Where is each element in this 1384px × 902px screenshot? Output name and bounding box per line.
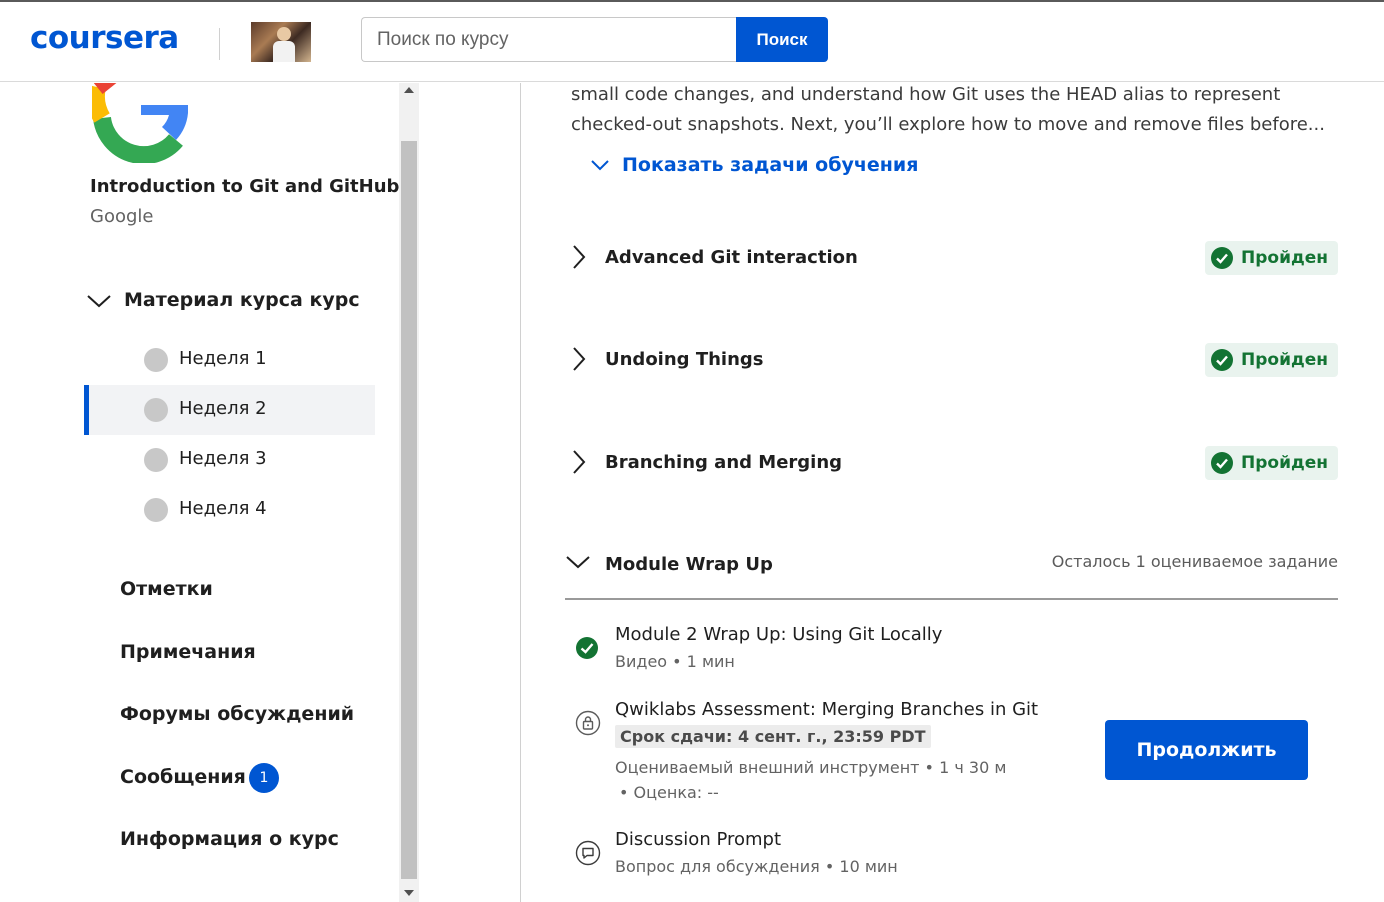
module-title: Undoing Things (605, 349, 764, 370)
check-circle-icon (1211, 452, 1233, 474)
module-row[interactable]: Branching and Merging Пройден (565, 446, 1338, 486)
item-title[interactable]: Module 2 Wrap Up: Using Git Locally (615, 624, 942, 645)
status-label: Пройден (1241, 248, 1328, 268)
sidebar-item-week-2[interactable]: Неделя 2 (84, 385, 375, 435)
content-divider (520, 83, 521, 902)
chevron-right-icon (573, 347, 586, 371)
sidebar-item-messages[interactable]: Сообщения (120, 766, 246, 788)
continue-button[interactable]: Продолжить (1105, 720, 1308, 780)
item-meta: Видео • 1 мин (615, 652, 735, 671)
material-label: Материал курса курс (124, 289, 360, 311)
top-header: coursera Поиск (0, 2, 1384, 82)
remaining-assignments: Осталось 1 оцениваемое задание (1051, 552, 1338, 571)
status-badge: Пройден (1205, 343, 1338, 377)
sidebar-item-course-info[interactable]: Информация о курс (120, 828, 339, 850)
module-title: Branching and Merging (605, 452, 843, 473)
scroll-thumb[interactable] (401, 141, 417, 879)
week-label: Неделя 1 (179, 348, 267, 369)
sidebar-item-week-3[interactable]: Неделя 3 (84, 435, 375, 485)
course-partner: Google (90, 206, 154, 227)
chevron-down-icon (566, 556, 590, 569)
show-objectives-label: Показать задачи обучения (622, 154, 919, 176)
check-circle-icon (1211, 349, 1233, 371)
google-logo-icon (92, 83, 188, 163)
show-objectives-link[interactable]: Показать задачи обучения (590, 154, 918, 176)
chevron-right-icon (573, 245, 586, 269)
progress-circle-icon (144, 448, 168, 472)
progress-circle-icon (144, 348, 168, 372)
chevron-right-icon (573, 450, 586, 474)
module-row[interactable]: Undoing Things Пройден (565, 343, 1338, 383)
item-title[interactable]: Discussion Prompt (615, 829, 781, 850)
discussion-bubble-icon (575, 840, 601, 866)
sidebar-item-grades[interactable]: Отметки (120, 578, 213, 600)
check-circle-icon (1211, 247, 1233, 269)
module-description: small code changes, and understand how G… (571, 84, 1325, 135)
item-title[interactable]: Qwiklabs Assessment: Merging Branches in… (615, 699, 1038, 720)
week-label: Неделя 2 (179, 398, 267, 419)
module-title: Advanced Git interaction (605, 247, 858, 268)
list-item[interactable]: Discussion Prompt Вопрос для обсуждения … (575, 829, 1095, 881)
course-title[interactable]: Introduction to Git and GitHub (90, 176, 399, 197)
progress-circle-icon (144, 498, 168, 522)
module-title: Module Wrap Up (605, 554, 773, 575)
search-input[interactable] (361, 17, 737, 62)
check-circle-icon (576, 637, 598, 659)
module-row-wrap-up[interactable]: Module Wrap Up Осталось 1 оцениваемое за… (565, 548, 1338, 588)
sidebar-item-notes[interactable]: Примечания (120, 641, 256, 663)
sidebar-item-week-1[interactable]: Неделя 1 (84, 335, 375, 385)
chevron-down-icon (591, 160, 609, 171)
item-grade: • Оценка: -- (619, 783, 719, 802)
week-label: Неделя 4 (179, 498, 267, 519)
week-label: Неделя 3 (179, 448, 267, 469)
item-meta: Оцениваемый внешний инструмент • 1 ч 30 … (615, 758, 1007, 777)
list-item[interactable]: Qwiklabs Assessment: Merging Branches in… (575, 699, 1095, 809)
chevron-down-icon (87, 295, 111, 308)
coursera-logo[interactable]: coursera (30, 20, 179, 56)
status-badge: Пройден (1205, 241, 1338, 275)
avatar[interactable] (251, 22, 311, 62)
deadline-badge: Срок сдачи: 4 сент. г., 23:59 PDT (615, 725, 931, 748)
header-divider (219, 28, 220, 60)
sidebar-scrollbar[interactable] (399, 83, 419, 902)
sidebar-item-forums[interactable]: Форумы обсуждений (120, 703, 354, 725)
list-item[interactable]: Module 2 Wrap Up: Using Git Locally Виде… (575, 624, 1095, 674)
status-badge: Пройден (1205, 446, 1338, 480)
section-divider (565, 598, 1338, 600)
search-button[interactable]: Поиск (736, 17, 828, 62)
scroll-up-arrow-icon[interactable] (404, 87, 414, 93)
status-label: Пройден (1241, 453, 1328, 473)
lock-icon (575, 710, 601, 736)
progress-circle-icon (144, 398, 168, 422)
scroll-down-arrow-icon[interactable] (404, 890, 414, 896)
sidebar: Introduction to Git and GitHub Google Ма… (0, 83, 400, 902)
item-meta: Вопрос для обсуждения • 10 мин (615, 857, 898, 876)
status-label: Пройден (1241, 350, 1328, 370)
messages-count-badge: 1 (249, 763, 279, 793)
module-row[interactable]: Advanced Git interaction Пройден (565, 241, 1338, 281)
sidebar-item-week-4[interactable]: Неделя 4 (84, 485, 375, 535)
